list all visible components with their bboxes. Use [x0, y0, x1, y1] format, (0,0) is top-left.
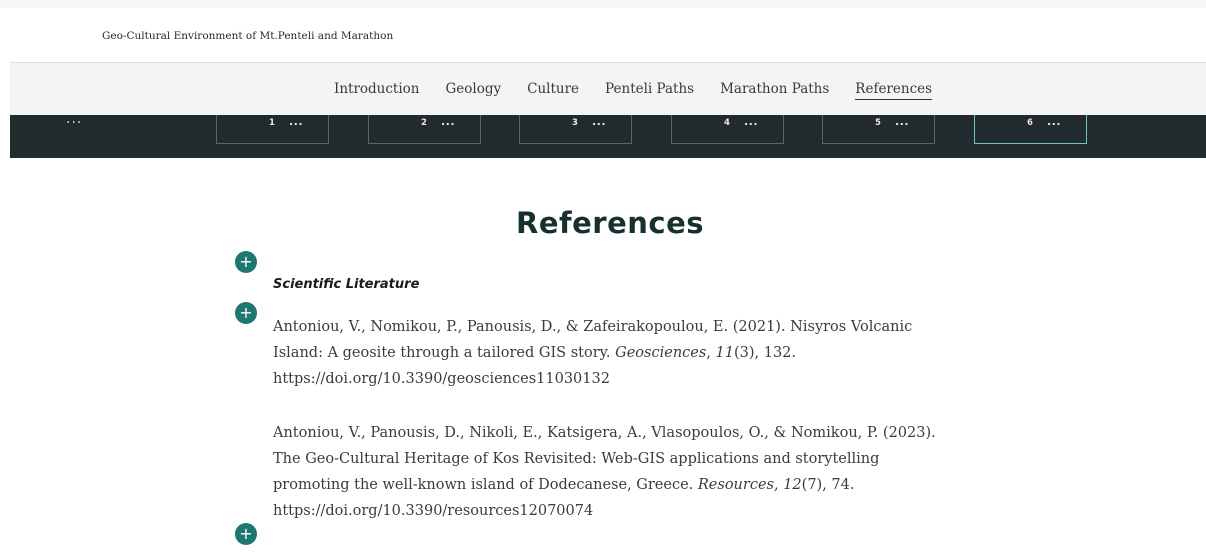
reference-line: Island: A geosite through a tailored GIS… [273, 345, 797, 361]
site-header: Geo-Cultural Environment of Mt.Penteli a… [0, 0, 1206, 62]
main-nav: Introduction Geology Culture Penteli Pat… [10, 62, 1206, 115]
slide-options-icon[interactable]: ... [744, 115, 758, 128]
slide-thumb-1[interactable]: 1 ... [216, 115, 329, 144]
reference-line: Antoniou, V., Panousis, D., Nikoli, E., … [273, 425, 936, 441]
site-title[interactable]: Geo-Cultural Environment of Mt.Penteli a… [102, 30, 393, 42]
slide-thumb-6[interactable]: 6 ... [974, 115, 1087, 144]
nav-item-culture[interactable]: Culture [527, 81, 579, 100]
slide-options-icon[interactable]: ... [895, 115, 909, 128]
nav-items: Introduction Geology Culture Penteli Pat… [334, 81, 958, 100]
slide-thumb-4[interactable]: 4 ... [671, 115, 784, 144]
reference-entry: Antoniou, V., Panousis, D., Nikoli, E., … [273, 420, 953, 524]
reference-doi: https://doi.org/10.3390/resources1207007… [273, 503, 594, 519]
nav-item-introduction[interactable]: Introduction [334, 81, 420, 100]
slide-number: 5 [875, 118, 881, 128]
journal-volume: 11 [715, 345, 734, 361]
reference-doi: https://doi.org/10.3390/geosciences11030… [273, 371, 610, 387]
add-block-button[interactable]: + [235, 302, 257, 324]
slide-number: 6 [1027, 118, 1033, 128]
slide-options-icon[interactable]: ... [441, 115, 455, 128]
reference-line: The Geo-Cultural Heritage of Kos Revisit… [273, 451, 880, 467]
nav-item-geology[interactable]: Geology [446, 81, 502, 100]
slide-navigator: ... 1 ... 2 ... 3 ... 4 ... 5 ... 6 ... [10, 111, 1206, 158]
slide-number: 3 [572, 118, 578, 128]
journal-name: Geosciences [615, 345, 707, 361]
nav-item-marathon-paths[interactable]: Marathon Paths [720, 81, 829, 100]
more-options-button[interactable]: ... [66, 111, 82, 127]
add-block-button[interactable]: + [235, 251, 257, 273]
journal-name: Resources [697, 477, 774, 493]
slide-options-icon[interactable]: ... [1047, 115, 1061, 128]
journal-volume: 12 [783, 477, 802, 493]
reference-entry: Antoniou, V., Nomikou, P., Panousis, D.,… [273, 314, 953, 392]
nav-item-references[interactable]: References [855, 81, 933, 100]
slide-options-icon[interactable]: ... [592, 115, 606, 128]
section-title: Scientific Literature [273, 277, 420, 292]
page-title: References [515, 206, 705, 240]
slide-number: 4 [724, 118, 730, 128]
slide-thumb-3[interactable]: 3 ... [519, 115, 632, 144]
slide-number: 1 [269, 118, 275, 128]
slide-thumb-5[interactable]: 5 ... [822, 115, 935, 144]
reference-line: promoting the well-known island of Dodec… [273, 477, 855, 493]
slide-thumb-2[interactable]: 2 ... [368, 115, 481, 144]
add-block-button[interactable]: + [235, 523, 257, 545]
reference-line: Antoniou, V., Nomikou, P., Panousis, D.,… [273, 319, 913, 335]
nav-item-penteli-paths[interactable]: Penteli Paths [605, 81, 694, 100]
slide-options-icon[interactable]: ... [289, 115, 303, 128]
slide-number: 2 [421, 118, 427, 128]
